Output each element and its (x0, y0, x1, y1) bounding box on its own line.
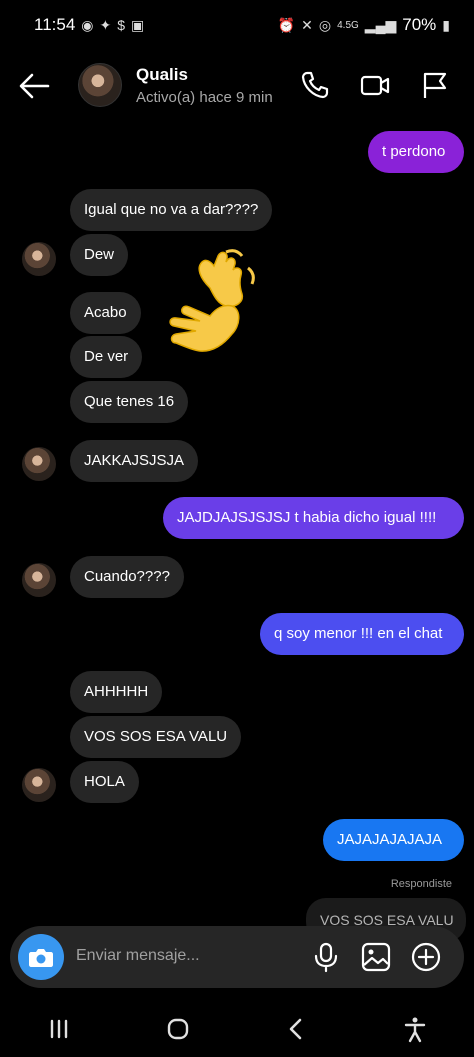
contact-avatar-small[interactable] (22, 768, 56, 802)
phone-icon[interactable] (300, 70, 330, 100)
alarm-icon: ⏰ (277, 16, 296, 33)
message-outgoing[interactable]: t perdono (368, 131, 464, 173)
message-incoming[interactable]: Cuando???? (70, 556, 184, 598)
back-arrow-icon[interactable] (18, 72, 50, 100)
twitter-icon: ✦ (99, 16, 112, 33)
recent-apps-icon[interactable] (45, 1015, 73, 1043)
contact-info[interactable]: Qualis Activo(a) hace 9 min (136, 65, 273, 106)
back-icon[interactable] (282, 1015, 310, 1043)
hotspot-icon: ◎ (318, 16, 332, 33)
accessibility-icon[interactable] (401, 1015, 429, 1043)
status-left: 11:54 ◉ ✦ $ ▣ (34, 15, 144, 35)
contact-name: Qualis (136, 65, 188, 84)
message-incoming[interactable]: De ver (70, 336, 143, 378)
message-input[interactable] (74, 946, 298, 966)
message-outgoing[interactable]: q soy menor !!! en el chat (260, 613, 464, 655)
message-incoming[interactable]: JAKKAJSJSJA (70, 440, 199, 482)
gallery-icon[interactable] (360, 941, 392, 973)
contact-avatar[interactable] (78, 63, 122, 107)
message-incoming[interactable]: HOLA (70, 761, 139, 803)
message-composer (10, 926, 464, 988)
message-incoming[interactable]: Dew (70, 234, 129, 276)
message-outgoing[interactable]: JAJDJAJSJSJSJ t habia dicho igual !!!! (163, 497, 464, 539)
home-icon[interactable] (164, 1015, 192, 1043)
image-notification-icon: ▣ (131, 16, 145, 33)
network-type: 4.5G (337, 19, 359, 31)
chat-header: Qualis Activo(a) hace 9 min (0, 58, 474, 114)
contact-avatar-small[interactable] (22, 242, 56, 276)
contact-avatar-small[interactable] (22, 563, 56, 597)
whatsapp-icon: ◉ (81, 16, 94, 33)
waving-hands-emoji[interactable] (166, 248, 262, 366)
battery-level: 70% (402, 15, 437, 34)
message-incoming[interactable]: Acabo (70, 292, 141, 334)
money-icon: $ (117, 17, 126, 33)
status-time: 11:54 (34, 15, 76, 34)
message-incoming[interactable]: Que tenes 16 (70, 381, 189, 423)
flag-icon[interactable] (420, 70, 450, 100)
message-incoming[interactable]: Igual que no va a dar???? (70, 189, 273, 231)
message-incoming[interactable]: AHHHHH (70, 671, 163, 713)
replied-label: Respondiste (390, 878, 452, 890)
microphone-icon[interactable] (310, 941, 342, 973)
contact-status: Activo(a) hace 9 min (136, 89, 273, 106)
signal-icon: ▂▄▆ (364, 16, 397, 33)
battery-icon: ▮ (442, 16, 450, 33)
status-right: ⏰ ✕ ◎ 4.5G ▂▄▆ 70% ▮ (278, 15, 450, 35)
mute-icon: ✕ (301, 16, 313, 33)
message-incoming[interactable]: VOS SOS ESA VALU (70, 716, 242, 758)
add-icon[interactable] (410, 941, 442, 973)
system-navigation-bar (0, 1000, 474, 1057)
video-call-icon[interactable] (360, 70, 390, 100)
status-bar: 11:54 ◉ ✦ $ ▣ ⏰ ✕ ◎ 4.5G ▂▄▆ 70% ▮ (0, 0, 474, 50)
camera-icon (29, 949, 53, 967)
message-outgoing[interactable]: JAJAJAJAJAJA (323, 819, 464, 861)
contact-avatar-small[interactable] (22, 447, 56, 481)
camera-button[interactable] (18, 934, 64, 980)
